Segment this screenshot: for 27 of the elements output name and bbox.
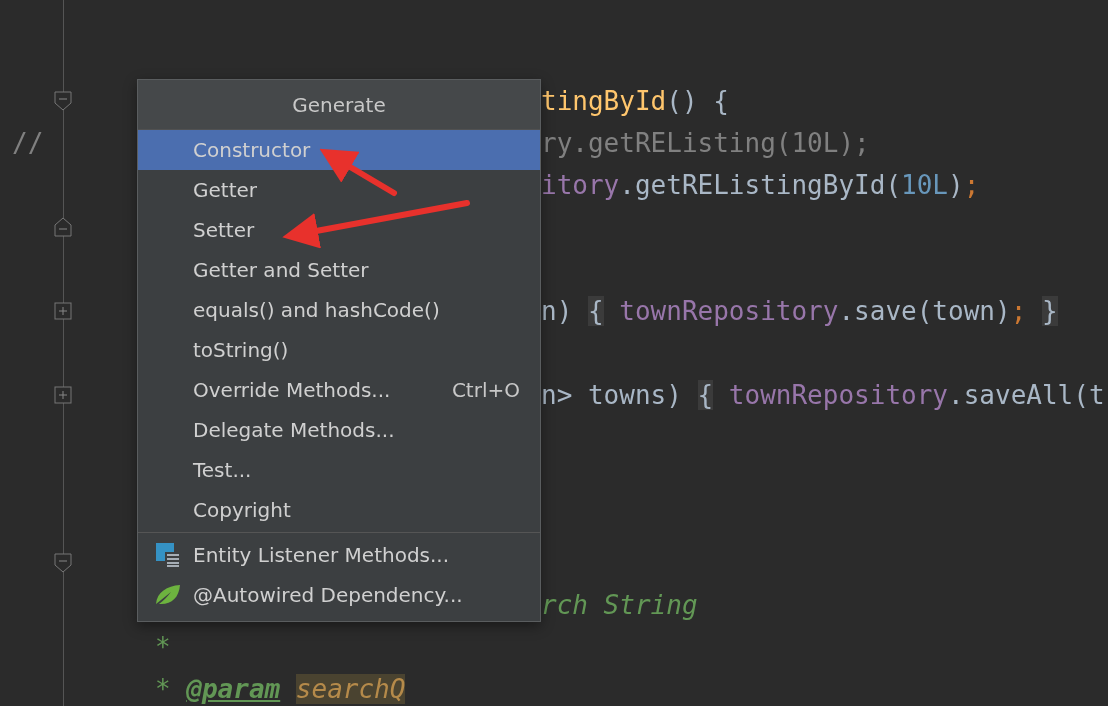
code-line: itory.getREListingById(10L); <box>541 170 980 200</box>
code-line: tingById() { <box>541 86 729 116</box>
menu-item[interactable]: Delegate Methods... <box>138 410 540 450</box>
menu-item[interactable]: Entity Listener Methods... <box>138 535 540 575</box>
code-line: * <box>155 632 171 662</box>
entity-icon <box>155 542 181 568</box>
fold-end-icon[interactable] <box>53 552 73 574</box>
menu-item[interactable]: Getter and Setter <box>138 250 540 290</box>
code-line: * @param searchQ <box>155 674 406 704</box>
code-line: ry.getREListing(10L); <box>541 128 870 158</box>
menu-item[interactable]: equals() and hashCode() <box>138 290 540 330</box>
menu-item[interactable]: @Autowired Dependency... <box>138 575 540 615</box>
expand-icon[interactable] <box>53 300 73 322</box>
menu-item[interactable]: Copyright <box>138 490 540 530</box>
code-line: rch String <box>541 590 698 620</box>
menu-item[interactable]: Test... <box>138 450 540 490</box>
menu-item[interactable]: Setter <box>138 210 540 250</box>
code-line: n) { townRepository.save(town); } <box>541 296 1058 326</box>
menu-item[interactable]: Override Methods... Ctrl+O <box>138 370 540 410</box>
menu-item[interactable]: Getter <box>138 170 540 210</box>
code-line: n> towns) { townRepository.saveAll(t <box>541 380 1105 410</box>
menu-item[interactable]: toString() <box>138 330 540 370</box>
fold-end-icon[interactable] <box>53 90 73 112</box>
popup-title: Generate <box>138 80 540 130</box>
comment-marker: // <box>12 128 44 158</box>
fold-start-icon[interactable] <box>53 216 73 238</box>
expand-icon[interactable] <box>53 384 73 406</box>
